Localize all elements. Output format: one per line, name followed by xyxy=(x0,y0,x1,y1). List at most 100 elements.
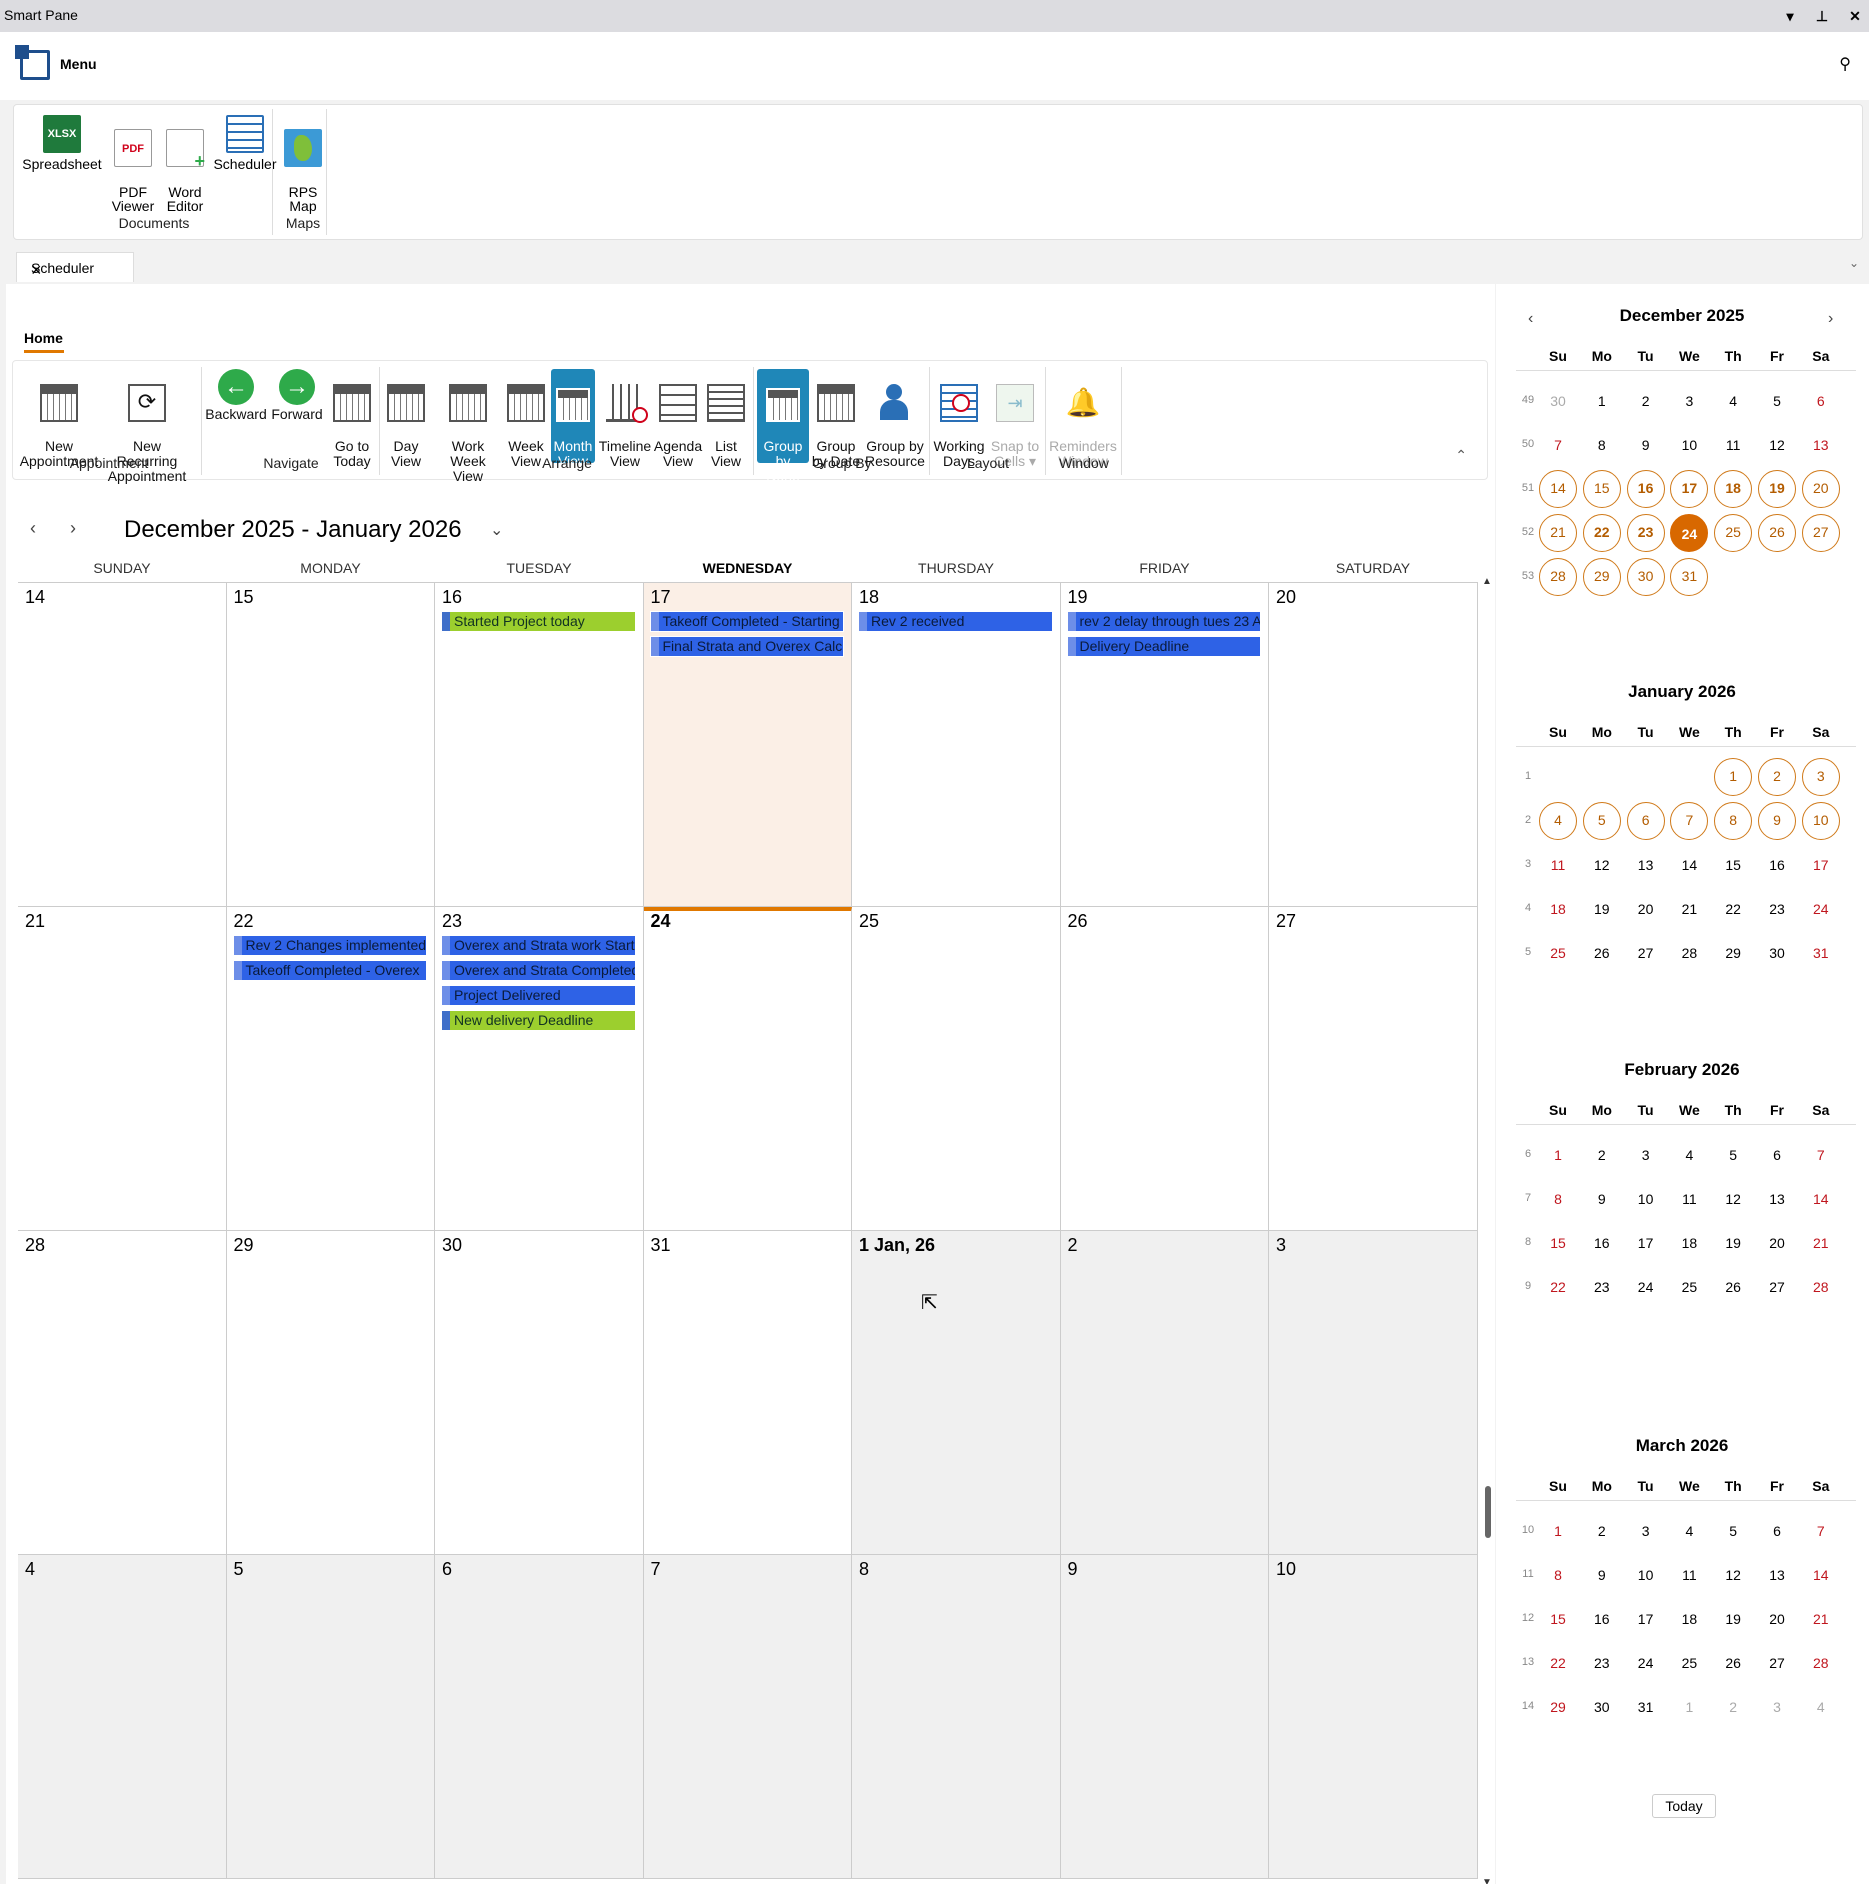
mini-day[interactable]: 26 xyxy=(1758,514,1796,552)
mini-day[interactable]: 5 xyxy=(1582,802,1621,840)
mini-day[interactable]: 2 xyxy=(1583,1136,1621,1174)
mini-day[interactable]: 27 xyxy=(1758,1644,1796,1682)
mini-day[interactable]: 24 xyxy=(1627,1644,1665,1682)
mini-day[interactable]: 18 xyxy=(1714,470,1753,508)
mini-day[interactable]: 12 xyxy=(1583,846,1621,884)
scroll-down-icon[interactable]: ▼ xyxy=(1482,1877,1492,1884)
mini-day[interactable]: 16 xyxy=(1758,846,1796,884)
day-cell[interactable]: 20 xyxy=(1269,583,1478,907)
mini-day[interactable]: 2 xyxy=(1627,382,1665,420)
mini-day[interactable]: 6 xyxy=(1802,382,1840,420)
mini-day[interactable]: 15 xyxy=(1714,846,1752,884)
pin-icon[interactable]: ⊥ xyxy=(1812,6,1832,26)
appointment[interactable]: Project Delivered xyxy=(441,985,636,1006)
mini-day[interactable]: 17 xyxy=(1802,846,1840,884)
day-cell[interactable]: 29 xyxy=(226,1231,435,1555)
mini-day[interactable]: 21 xyxy=(1802,1224,1840,1262)
mini-day[interactable]: 3 xyxy=(1627,1136,1665,1174)
mini-day[interactable]: 4 xyxy=(1714,382,1752,420)
mini-day[interactable]: 30 xyxy=(1539,382,1577,420)
mini-day[interactable]: 28 xyxy=(1802,1268,1840,1306)
spreadsheet-button[interactable]: XLSX Spreadsheet xyxy=(22,115,102,171)
mini-day[interactable]: 21 xyxy=(1670,890,1708,928)
mini-day[interactable]: 7 xyxy=(1802,1136,1840,1174)
day-cell[interactable]: 9 xyxy=(1060,1555,1269,1879)
mini-day[interactable]: 18 xyxy=(1539,890,1577,928)
mini-day[interactable]: 15 xyxy=(1582,470,1621,508)
work-week-view-button[interactable]: Work Week View xyxy=(433,369,503,499)
mini-day[interactable]: 14 xyxy=(1539,470,1577,508)
mini-day[interactable]: 1 xyxy=(1670,1688,1708,1726)
mini-day[interactable]: 31 xyxy=(1670,558,1709,596)
mini-day[interactable]: 28 xyxy=(1539,558,1577,596)
mini-day[interactable]: 31 xyxy=(1627,1688,1665,1726)
close-icon[interactable]: ✕ xyxy=(1845,6,1865,26)
mini-day[interactable]: 9 xyxy=(1627,426,1665,464)
mini-day[interactable]: 25 xyxy=(1539,934,1577,972)
day-cell[interactable]: 14 xyxy=(18,583,227,907)
mini-day[interactable]: 17 xyxy=(1670,470,1709,508)
day-cell[interactable]: 15 xyxy=(226,583,435,907)
tab-home[interactable]: Home xyxy=(24,330,63,346)
mini-day[interactable]: 14 xyxy=(1802,1180,1840,1218)
mini-day[interactable]: 27 xyxy=(1758,1268,1796,1306)
mini-day[interactable]: 15 xyxy=(1539,1600,1577,1638)
mini-day[interactable]: 4 xyxy=(1539,802,1577,840)
tab-scheduler[interactable]: Scheduler × xyxy=(16,252,134,282)
mini-day[interactable]: 12 xyxy=(1758,426,1796,464)
close-icon[interactable]: × xyxy=(31,260,127,281)
mini-day[interactable]: 18 xyxy=(1670,1600,1708,1638)
mini-day[interactable]: 23 xyxy=(1758,890,1796,928)
scheduler-button[interactable]: Scheduler xyxy=(210,115,280,171)
mini-day[interactable]: 25 xyxy=(1670,1644,1708,1682)
date-range-title[interactable]: December 2025 - January 2026 xyxy=(124,516,462,544)
mini-day[interactable]: 11 xyxy=(1670,1556,1708,1594)
mini-day[interactable]: 26 xyxy=(1714,1644,1752,1682)
mini-day[interactable]: 1 xyxy=(1714,758,1753,796)
mini-day[interactable]: 19 xyxy=(1758,470,1796,508)
mini-day[interactable]: 2 xyxy=(1758,758,1796,796)
mini-day[interactable]: 25 xyxy=(1714,514,1753,552)
backward-button[interactable]: ← Backward xyxy=(205,369,267,422)
mini-day[interactable]: 9 xyxy=(1758,802,1796,840)
mini-day[interactable]: 9 xyxy=(1583,1556,1621,1594)
mini-day[interactable]: 23 xyxy=(1583,1644,1621,1682)
appointment[interactable]: Final Strata and Overex Calc xyxy=(649,636,844,657)
mini-day[interactable]: 8 xyxy=(1539,1180,1577,1218)
day-cell[interactable]: 5 xyxy=(226,1555,435,1879)
pdf-viewer-button[interactable]: PDF PDF Viewer xyxy=(106,115,160,227)
mini-day[interactable]: 3 xyxy=(1627,1512,1665,1550)
mini-day[interactable]: 10 xyxy=(1670,426,1708,464)
mini-day[interactable]: 7 xyxy=(1539,426,1577,464)
day-cell[interactable]: 6 xyxy=(435,1555,644,1879)
mini-day[interactable]: 20 xyxy=(1627,890,1665,928)
mini-day[interactable]: 5 xyxy=(1714,1136,1752,1174)
day-cell[interactable]: 24 xyxy=(643,907,852,1231)
mini-day[interactable]: 30 xyxy=(1626,558,1665,596)
mini-day[interactable]: 1 xyxy=(1583,382,1621,420)
mini-day[interactable]: 20 xyxy=(1758,1600,1796,1638)
mini-day[interactable]: 2 xyxy=(1583,1512,1621,1550)
mini-day[interactable]: 19 xyxy=(1714,1224,1752,1262)
day-cell[interactable]: 7 xyxy=(643,1555,852,1879)
menu-icon[interactable] xyxy=(15,45,50,80)
day-cell[interactable]: 21 xyxy=(18,907,227,1231)
mini-day[interactable]: 20 xyxy=(1758,1224,1796,1262)
pin-icon[interactable]: ⚲ xyxy=(1839,54,1851,74)
mini-day[interactable]: 11 xyxy=(1714,426,1752,464)
scroll-up-icon[interactable]: ▲ xyxy=(1482,576,1492,587)
mini-day[interactable]: 22 xyxy=(1714,890,1752,928)
day-cell[interactable]: 30 xyxy=(435,1231,644,1555)
mini-day[interactable]: 17 xyxy=(1627,1224,1665,1262)
mini-day[interactable]: 27 xyxy=(1627,934,1665,972)
mini-day[interactable]: 17 xyxy=(1627,1600,1665,1638)
mini-day[interactable]: 3 xyxy=(1801,758,1840,796)
mini-day[interactable]: 13 xyxy=(1758,1556,1796,1594)
mini-day[interactable]: 6 xyxy=(1626,802,1665,840)
day-cell[interactable]: 1 Jan, 26 xyxy=(852,1231,1061,1555)
mini-day[interactable]: 10 xyxy=(1627,1556,1665,1594)
chevron-down-icon[interactable]: ⌄ xyxy=(1849,256,1859,270)
today-button[interactable]: Today xyxy=(1652,1794,1716,1818)
mini-day[interactable]: 4 xyxy=(1670,1512,1708,1550)
mini-day[interactable]: 9 xyxy=(1583,1180,1621,1218)
